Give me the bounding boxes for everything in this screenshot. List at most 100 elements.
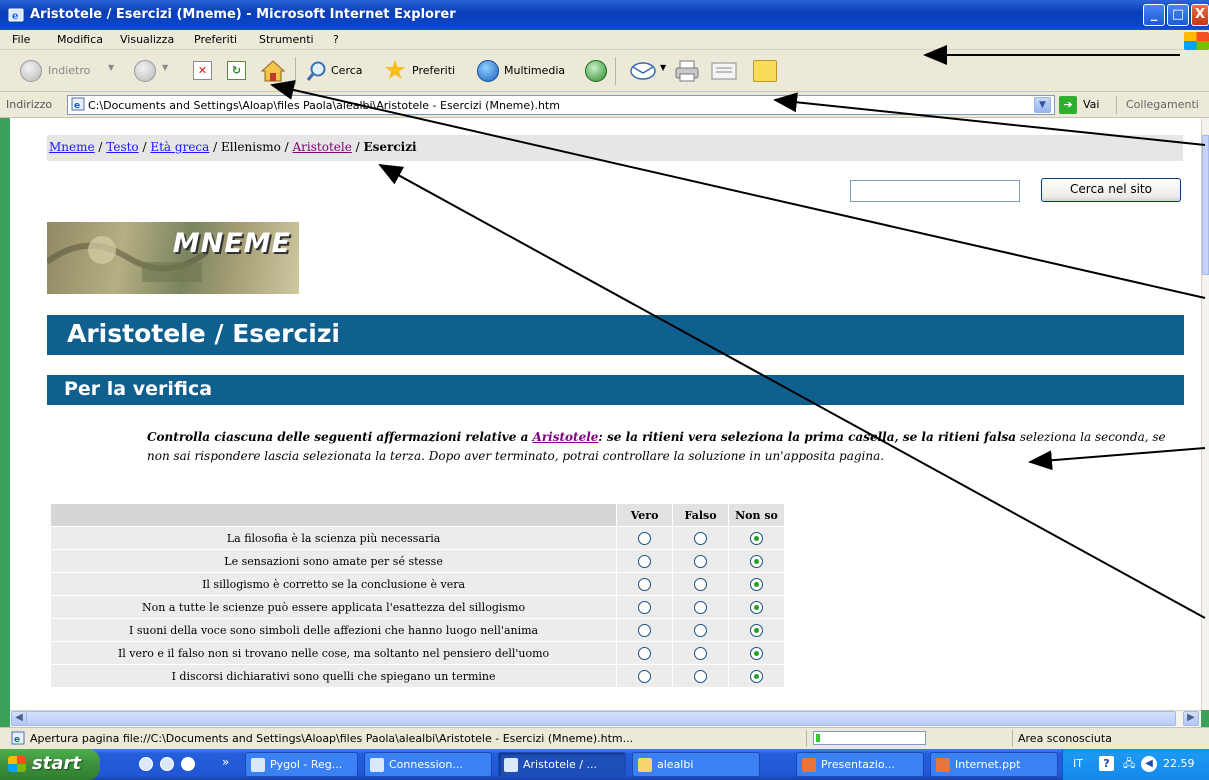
radio-nonso[interactable] <box>750 531 763 545</box>
favorites-button[interactable]: Preferiti <box>412 64 455 77</box>
radio-nonso[interactable] <box>750 669 763 683</box>
page-content: Mneme / Testo / Età greca / Ellenismo / … <box>10 118 1201 710</box>
task-pygol[interactable]: Pygol - Reg... <box>245 752 358 777</box>
windows-flag-icon <box>8 756 26 772</box>
radio-vero[interactable] <box>638 669 652 683</box>
mail-dropdown-icon[interactable]: ▼ <box>660 63 666 72</box>
site-search-input[interactable] <box>850 180 1020 202</box>
language-indicator[interactable]: IT <box>1073 757 1083 770</box>
media-button[interactable]: Multimedia <box>504 64 565 77</box>
radio-vero[interactable] <box>638 577 652 591</box>
mneme-logo[interactable]: MNEME <box>47 222 299 294</box>
mail-icon[interactable] <box>630 61 658 81</box>
aristotele-link[interactable]: Aristotele <box>533 430 599 444</box>
search-button-toolbar[interactable]: Cerca <box>331 64 363 77</box>
radio-falso[interactable] <box>694 646 708 660</box>
close-button[interactable]: X <box>1191 4 1209 26</box>
menu-help[interactable]: ? <box>333 33 339 46</box>
back-dropdown-icon[interactable]: ▼ <box>108 63 114 72</box>
task-connessioni[interactable]: Connession... <box>364 752 492 777</box>
radio-nonso[interactable] <box>750 646 763 660</box>
network-icon[interactable]: 🖧 <box>1123 755 1135 774</box>
back-button[interactable]: Indietro <box>48 64 90 77</box>
radio-vero[interactable] <box>638 600 652 614</box>
quiz-cell-falso <box>673 596 729 618</box>
quiz-row: I discorsi dichiarativi sono quelli che … <box>51 665 784 687</box>
quiz-statement: I discorsi dichiarativi sono quelli che … <box>51 665 617 687</box>
task-alealbi[interactable]: alealbi <box>632 752 760 777</box>
home-icon[interactable] <box>260 58 286 84</box>
menu-file[interactable]: File <box>12 33 30 46</box>
menu-modifica[interactable]: Modifica <box>57 33 103 46</box>
status-text: Apertura pagina file://C:\Documents and … <box>30 732 634 745</box>
help-icon[interactable]: ? <box>1099 756 1114 771</box>
toolbar: Indietro ▼ ▼ ✕ ↻ Cerca ★ Preferiti Multi… <box>0 50 1209 92</box>
page-title-text: Aristotele / Esercizi <box>67 319 340 348</box>
radio-nonso[interactable] <box>750 577 763 591</box>
radio-nonso[interactable] <box>750 600 763 614</box>
messenger-note-icon[interactable] <box>753 60 777 82</box>
quicklaunch-media-icon[interactable] <box>181 757 195 771</box>
quiz-row: Il sillogismo è corretto se la conclusio… <box>51 573 784 595</box>
quiz-cell-falso <box>673 619 729 641</box>
back-arrow-icon[interactable] <box>20 60 42 82</box>
scroll-right-button[interactable]: ▶ <box>1183 711 1199 726</box>
minimize-button[interactable]: _ <box>1143 4 1165 26</box>
radio-vero[interactable] <box>638 531 652 545</box>
edit-icon[interactable] <box>710 60 738 82</box>
radio-nonso[interactable] <box>750 554 763 568</box>
vertical-scroll-thumb[interactable] <box>1202 135 1209 275</box>
quicklaunch-ie2-icon[interactable] <box>160 757 174 771</box>
horizontal-scroll-thumb[interactable] <box>26 711 1176 726</box>
address-dropdown-icon[interactable]: ▼ <box>1034 97 1051 113</box>
quicklaunch-ie-icon[interactable] <box>139 757 153 771</box>
radio-vero[interactable] <box>638 623 652 637</box>
media-globe-icon[interactable] <box>477 60 499 82</box>
favorites-star-icon[interactable]: ★ <box>383 55 407 86</box>
breadcrumb-mneme[interactable]: Mneme <box>49 140 95 154</box>
site-search-button[interactable]: Cerca nel sito <box>1041 178 1181 202</box>
task-internet-ppt[interactable]: Internet.ppt <box>930 752 1058 777</box>
quiz-cell-vero <box>617 527 673 549</box>
print-icon[interactable] <box>674 59 700 83</box>
quiz-statement: Il sillogismo è corretto se la conclusio… <box>51 573 617 595</box>
radio-falso[interactable] <box>694 600 708 614</box>
scroll-left-button[interactable]: ◀ <box>11 711 27 726</box>
go-button[interactable]: Vai <box>1083 98 1099 111</box>
forward-dropdown-icon[interactable]: ▼ <box>162 63 168 72</box>
go-arrow-icon[interactable]: ➔ <box>1059 96 1077 114</box>
links-button[interactable]: Collegamenti <box>1126 98 1199 111</box>
menu-visualizza[interactable]: Visualizza <box>120 33 174 46</box>
quicklaunch-more-icon[interactable]: » <box>222 755 229 769</box>
radio-nonso[interactable] <box>750 623 763 637</box>
history-icon[interactable] <box>585 60 607 82</box>
tray-expand-icon[interactable]: ◀ <box>1141 756 1157 772</box>
forward-arrow-icon[interactable] <box>134 60 156 82</box>
radio-falso[interactable] <box>694 554 708 568</box>
radio-vero[interactable] <box>638 646 652 660</box>
address-label: Indirizzo <box>6 98 53 111</box>
refresh-icon[interactable]: ↻ <box>227 61 246 80</box>
quiz-row: Le sensazioni sono amate per sé stesse <box>51 550 784 572</box>
breadcrumb-eta-greca[interactable]: Età greca <box>150 140 209 154</box>
quiz-header-blank <box>51 504 617 526</box>
maximize-button[interactable]: □ <box>1167 4 1189 26</box>
task-presentazione[interactable]: Presentazio... <box>796 752 924 777</box>
radio-falso[interactable] <box>694 623 708 637</box>
radio-vero[interactable] <box>638 554 652 568</box>
menu-strumenti[interactable]: Strumenti <box>259 33 314 46</box>
stop-icon[interactable]: ✕ <box>193 61 212 80</box>
radio-falso[interactable] <box>694 577 708 591</box>
menu-preferiti[interactable]: Preferiti <box>194 33 237 46</box>
title-bar[interactable]: e Aristotele / Esercizi (Mneme) - Micros… <box>0 0 1209 30</box>
breadcrumb-sep: / <box>138 140 151 154</box>
start-button[interactable]: start <box>0 749 100 780</box>
breadcrumb-testo[interactable]: Testo <box>106 140 138 154</box>
quiz-cell-vero <box>617 642 673 664</box>
search-icon[interactable] <box>306 60 328 82</box>
radio-falso[interactable] <box>694 531 708 545</box>
radio-falso[interactable] <box>694 669 708 683</box>
task-aristotele[interactable]: Aristotele / ... <box>498 752 626 777</box>
breadcrumb-aristotele[interactable]: Aristotele <box>293 140 352 154</box>
quiz-cell-nonso <box>729 642 784 664</box>
